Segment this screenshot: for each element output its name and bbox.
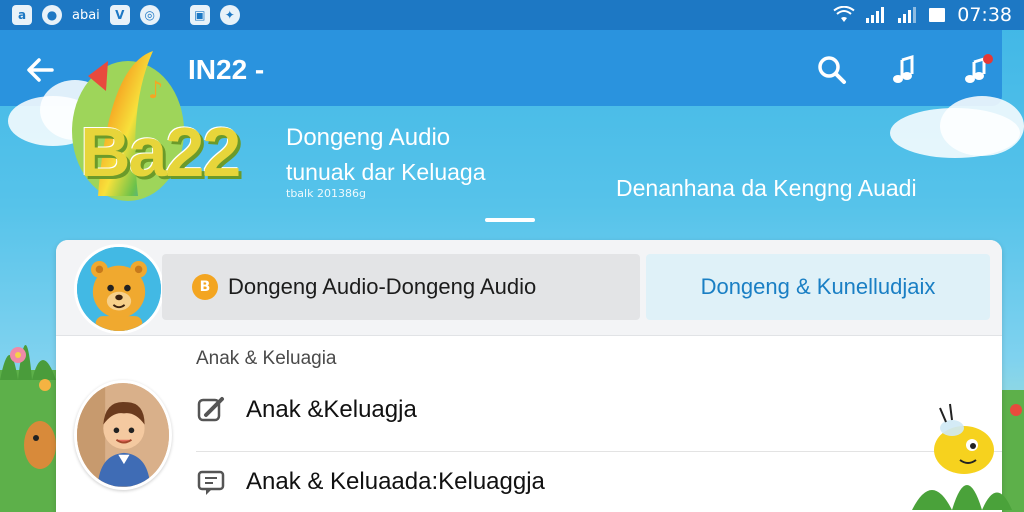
tab-dongeng-audio-label: Dongeng Audio-Dongeng Audio [228, 274, 537, 299]
banner-caption: Denanhana da Kengng Auadi [616, 175, 917, 201]
tab-dongeng-keluarga-label: Dongeng & Kunelludjaix [700, 274, 936, 299]
logo-text: Ba22 [80, 113, 241, 191]
signal-icon [866, 7, 885, 23]
signal-2-icon [898, 7, 917, 23]
content-card: B Dongeng Audio-Dongeng Audio Dongeng & … [56, 240, 1002, 512]
battery-icon [929, 8, 946, 22]
flower-decoration [0, 345, 56, 512]
tab-dongeng-keluarga[interactable]: Dongeng & Kunelludjaix [646, 254, 990, 320]
banner-subtitle: tunuak dar Keluaga [286, 159, 486, 185]
banner-title: Dongeng Audio [286, 124, 451, 151]
list-item-text: Anak &Keluagja [246, 396, 417, 423]
tab-dongeng-audio[interactable]: B Dongeng Audio-Dongeng Audio [162, 254, 640, 320]
boy-avatar[interactable] [74, 380, 172, 490]
status-left-icons: a ● abai V ◎ ▣ ✦ [12, 5, 240, 25]
dot-icon: ● [42, 5, 62, 25]
list-item-text: Anak & Keluaada:Keluaggja [246, 468, 545, 495]
status-right: 07:38 [833, 4, 1012, 26]
shield-icon: ◎ [139, 5, 160, 25]
clock: 07:38 [957, 4, 1012, 26]
search-icon[interactable] [816, 54, 848, 86]
image-icon: ▣ [189, 5, 210, 25]
music-record-icon[interactable] [962, 54, 994, 86]
cloud [940, 96, 1024, 156]
list-item[interactable]: Anak &Keluagja [196, 395, 417, 425]
back-arrow-icon[interactable] [22, 52, 58, 88]
compass-icon: ✦ [219, 5, 240, 25]
divider [196, 451, 1002, 452]
badge-b-icon: B [192, 274, 218, 300]
status-bar: a ● abai V ◎ ▣ ✦ 07:38 [0, 0, 1024, 30]
card-header: B Dongeng Audio-Dongeng Audio Dongeng & … [56, 240, 1002, 336]
section-label: Anak & Keluagia [196, 348, 337, 369]
svg-text:♪: ♪ [148, 76, 163, 104]
banner-small-text: tbalk 201386g [286, 187, 366, 200]
carrier-label: abai [72, 7, 100, 23]
bee-decoration [912, 403, 1012, 510]
music-note-icon[interactable] [890, 54, 922, 86]
v-icon: V [109, 5, 130, 25]
edit-icon [197, 397, 224, 422]
list-item[interactable]: Anak & Keluaada:Keluaggja [196, 467, 545, 497]
comment-icon [197, 470, 225, 495]
wifi-icon [833, 6, 855, 22]
page-indicator[interactable] [485, 218, 535, 222]
bear-avatar[interactable] [74, 244, 164, 334]
a-icon: a [12, 5, 32, 25]
